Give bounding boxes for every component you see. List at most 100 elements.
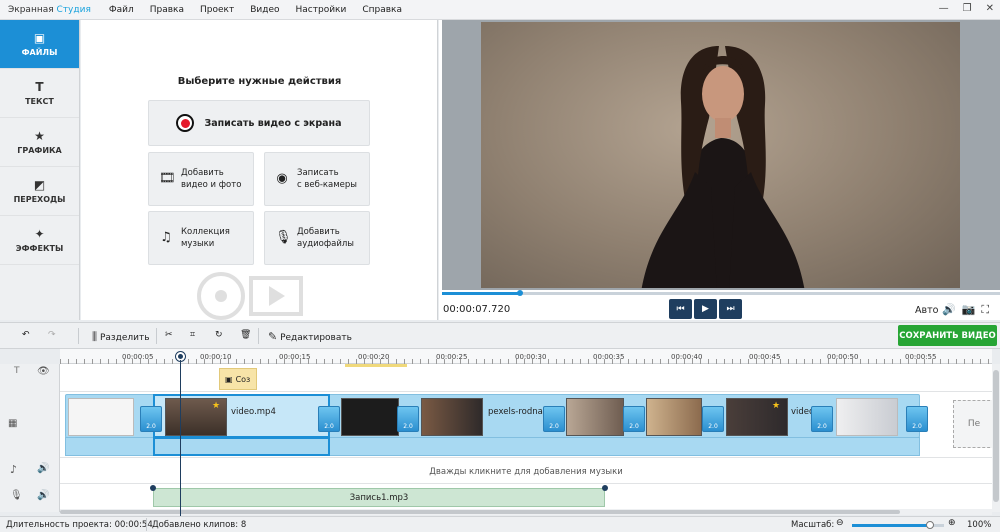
clip-thumbnail — [566, 398, 624, 436]
record-screen-button[interactable]: Записать видео с экрана — [148, 100, 370, 146]
ruler-tick: 00:00:55 — [905, 353, 937, 361]
skip-back-button[interactable]: ⏮ — [669, 299, 692, 319]
add-video-label-1: Добавить — [181, 168, 224, 178]
save-video-button[interactable]: СОХРАНИТЬ ВИДЕО — [898, 325, 997, 346]
play-button[interactable]: ▶ — [694, 299, 717, 319]
music-track[interactable]: Дважды кликните для добавления музыки — [60, 458, 992, 484]
webcam-label-2: с веб-камеры — [297, 180, 358, 190]
ruler-tick: 00:00:15 — [279, 353, 311, 361]
playback-progress-track[interactable] — [442, 292, 1000, 295]
duration-value: 00:00:54 — [114, 520, 153, 530]
sidebar: ▣ ФАЙЛЫ T ТЕКСТ ★ ГРАФИКА ◩ ПЕРЕХОДЫ ✦ Э… — [0, 20, 80, 320]
brand-accent: Студия — [56, 4, 91, 15]
redo-icon[interactable]: ↷ — [48, 330, 56, 340]
zoom-slider-handle[interactable] — [926, 521, 934, 529]
sidebar-item-text[interactable]: T ТЕКСТ — [0, 69, 79, 118]
voice-volume-icon[interactable]: 🔊 — [37, 490, 49, 501]
undo-icon[interactable]: ↶ — [22, 330, 30, 340]
close-icon[interactable]: ✕ — [986, 3, 994, 14]
status-bar: Длительность проекта: 00:00:54 Добавлено… — [0, 516, 1000, 532]
sidebar-item-files[interactable]: ▣ ФАЙЛЫ — [0, 20, 79, 69]
voice-mic-icon: 🎙 — [10, 490, 23, 501]
sidebar-item-transitions[interactable]: ◩ ПЕРЕХОДЫ — [0, 167, 79, 216]
fullscreen-icon[interactable]: ⛶ — [981, 303, 989, 317]
restore-icon[interactable]: ❐ — [963, 3, 972, 14]
timeline-ruler[interactable]: 00:00:05 00:00:10 00:00:15 00:00:20 00:0… — [60, 349, 992, 364]
ruler-tick: 00:00:05 — [122, 353, 154, 361]
text-clip[interactable]: ▣ Соз — [219, 368, 257, 390]
zoom-slider-fill — [852, 524, 930, 527]
eye-icon[interactable]: 👁 — [37, 366, 50, 377]
transition-block[interactable]: 2.0 — [140, 406, 162, 432]
menu-edit[interactable]: Правка — [142, 5, 192, 15]
star-icon: ★ — [772, 401, 781, 411]
webcam-button[interactable]: ◉ Записать с веб-камеры — [264, 152, 370, 206]
menu-file[interactable]: Файл — [101, 5, 142, 15]
add-audio-button[interactable]: 🎙 Добавить аудиофайлы — [264, 211, 370, 265]
clip-thumbnail — [836, 398, 898, 436]
snapshot-icon[interactable]: 📷 — [962, 303, 976, 317]
menu-settings[interactable]: Настройки — [288, 5, 355, 15]
sidebar-item-label: ЭФФЕКТЫ — [15, 243, 64, 253]
video-frame — [481, 22, 960, 292]
record-screen-label: Записать видео с экрана — [204, 117, 342, 129]
sidebar-item-effects[interactable]: ✦ ЭФФЕКТЫ — [0, 216, 79, 265]
split-button[interactable]: ⫼ Разделить — [92, 330, 150, 344]
folder-icon: ▣ — [33, 30, 46, 45]
audio-clip-end-handle[interactable] — [602, 485, 608, 491]
edit-label: Редактировать — [280, 333, 352, 343]
transition-block[interactable]: 2.0 — [318, 406, 340, 432]
menu-project[interactable]: Проект — [192, 5, 242, 15]
delete-icon[interactable]: 🗑 — [240, 330, 251, 340]
zoom-out-icon[interactable]: ⊖ — [836, 518, 844, 528]
transition-block[interactable]: 2.0 — [623, 406, 645, 432]
clip-thumbnail — [341, 398, 399, 436]
music-list-icon: ♫ — [160, 230, 172, 245]
magic-wand-icon: ✦ — [34, 226, 45, 241]
timeline-toolbar: ↶ ↷ ⫼ Разделить ✂ ⌗ ↻ 🗑 ✎ Редактировать — [0, 322, 1000, 349]
skip-back-icon: ⏮ — [676, 304, 685, 314]
video-track: 2.0 ★ video.mp4 2.0 2.0 pexels-rodnae- 2… — [60, 392, 995, 458]
sidebar-item-graphics[interactable]: ★ ГРАФИКА — [0, 118, 79, 167]
clips-value: 8 — [240, 520, 247, 530]
rotate-icon[interactable]: ↻ — [215, 330, 223, 340]
music-volume-icon[interactable]: 🔊 — [37, 463, 49, 474]
add-video-button[interactable]: 🎞 Добавить видео и фото — [148, 152, 254, 206]
skip-forward-button[interactable]: ⏭ — [719, 299, 742, 319]
timeline-vertical-scrollbar[interactable] — [992, 364, 1000, 512]
minimize-icon[interactable]: — — [939, 3, 949, 14]
edit-button[interactable]: ✎ Редактировать — [268, 330, 352, 343]
add-clip-placeholder[interactable]: Пе — [953, 400, 995, 448]
crop-icon[interactable]: ⌗ — [190, 330, 195, 340]
video-track-icon: ▦ — [8, 418, 18, 429]
audio-clip-start-handle[interactable] — [150, 485, 156, 491]
play-icon: ▶ — [702, 304, 709, 314]
menu-video[interactable]: Видео — [242, 5, 287, 15]
transition-block[interactable]: 2.0 — [543, 406, 565, 432]
volume-icon[interactable]: 🔊 — [942, 303, 956, 317]
transition-block[interactable]: 2.0 — [397, 406, 419, 432]
quality-auto-select[interactable]: Авто — [915, 305, 938, 316]
playhead[interactable] — [176, 352, 185, 532]
record-icon — [176, 114, 195, 132]
clips-count: Добавлено клипов: 8 — [152, 520, 246, 530]
clip-thumbnail — [68, 398, 134, 436]
ruler-tick: 00:00:40 — [671, 353, 703, 361]
actions-title: Выберите нужные действия — [177, 76, 342, 87]
timeline-horizontal-scrollbar[interactable] — [60, 509, 992, 515]
playback-progress-handle[interactable] — [517, 290, 523, 296]
film-icon: 🎞 — [159, 171, 176, 186]
transition-block[interactable]: 2.0 — [702, 406, 724, 432]
split-label: Разделить — [99, 333, 150, 343]
transition-block[interactable]: 2.0 — [906, 406, 928, 432]
zoom-label: Масштаб: — [791, 520, 835, 530]
zoom-in-icon[interactable]: ⊕ — [948, 518, 956, 528]
sidebar-item-label: ТЕКСТ — [25, 96, 54, 106]
transition-block[interactable]: 2.0 — [811, 406, 833, 432]
music-collection-button[interactable]: ♫ Коллекция музыки — [148, 211, 254, 265]
voice-audio-clip[interactable]: Запись1.mp3 — [153, 488, 605, 507]
scissors-icon[interactable]: ✂ — [165, 330, 173, 340]
menu-help[interactable]: Справка — [354, 5, 410, 15]
brand-main: Экранная — [8, 4, 54, 15]
presenter-image — [641, 46, 805, 292]
